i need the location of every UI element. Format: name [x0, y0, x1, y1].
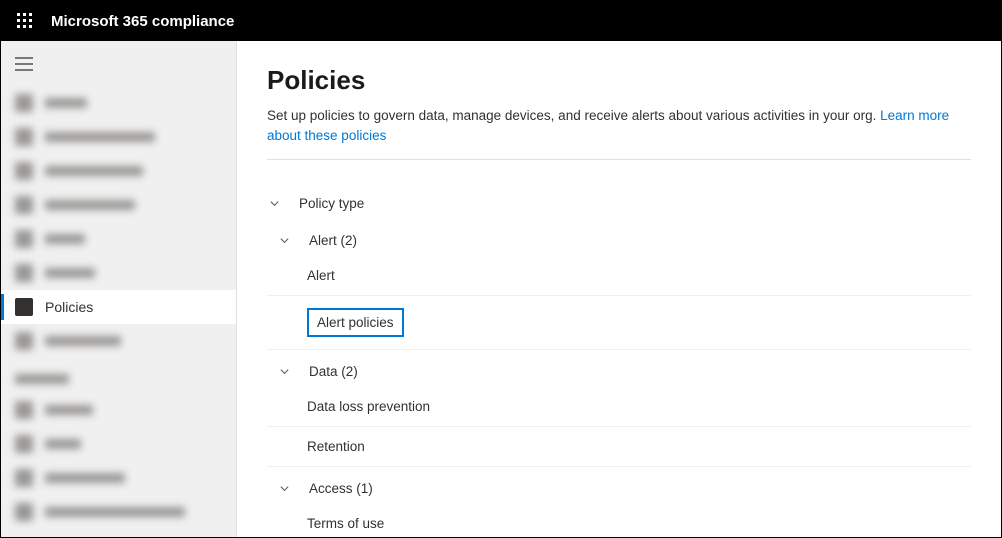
nav-icon	[15, 128, 33, 146]
policy-item-label: Data loss prevention	[307, 399, 430, 414]
nav-toggle-icon[interactable]	[1, 51, 236, 86]
sidebar-item-policies[interactable]: Policies	[1, 290, 236, 324]
chevron-down-icon	[277, 234, 291, 248]
app-title: Microsoft 365 compliance	[51, 13, 234, 30]
nav-icon	[15, 162, 33, 180]
policy-item[interactable]: Alert	[267, 256, 971, 296]
top-bar: Microsoft 365 compliance	[1, 1, 1001, 41]
sidebar-item-blurred[interactable]	[1, 120, 236, 154]
sidebar-item-label: Policies	[45, 299, 93, 315]
policy-item-label: Retention	[307, 439, 365, 454]
nav-icon	[15, 469, 33, 487]
sidebar-item-blurred[interactable]	[1, 495, 236, 529]
policy-item-label: Alert policies	[307, 308, 404, 337]
sidebar-item-blurred[interactable]	[1, 393, 236, 427]
app-launcher-icon[interactable]	[9, 5, 41, 37]
sidebar-item-blurred[interactable]	[1, 222, 236, 256]
sidebar-item-blurred[interactable]	[1, 86, 236, 120]
policy-item-label: Alert	[307, 268, 335, 283]
policy-item[interactable]: Data loss prevention	[267, 387, 971, 427]
page-title: Policies	[267, 65, 971, 96]
group-label: Alert (2)	[309, 233, 357, 248]
sidebar-item-blurred[interactable]	[1, 427, 236, 461]
nav-icon	[15, 94, 33, 112]
nav-icon	[15, 503, 33, 521]
chevron-down-icon	[267, 197, 281, 211]
group-label: Access (1)	[309, 481, 373, 496]
nav-icon	[15, 264, 33, 282]
sidebar-item-blurred[interactable]	[1, 188, 236, 222]
policy-item[interactable]: Alert policies	[267, 296, 971, 350]
nav-icon	[15, 435, 33, 453]
nav-icon	[15, 196, 33, 214]
sidebar-item-blurred[interactable]	[1, 154, 236, 188]
group-label: Data (2)	[309, 364, 358, 379]
policy-item-label: Terms of use	[307, 516, 384, 531]
group-header[interactable]: Access (1)	[267, 473, 971, 504]
policy-item[interactable]: Terms of use	[267, 504, 971, 537]
sidebar: Policies	[1, 41, 237, 537]
main-content: Policies Set up policies to govern data,…	[237, 41, 1001, 537]
policies-icon	[15, 298, 33, 316]
chevron-down-icon	[277, 365, 291, 379]
sidebar-section-heading	[1, 358, 236, 393]
nav-icon	[15, 332, 33, 350]
group-header[interactable]: Policy type	[267, 188, 971, 219]
group-header[interactable]: Data (2)	[267, 356, 971, 387]
sidebar-item-blurred[interactable]	[1, 324, 236, 358]
policy-item[interactable]: Retention	[267, 427, 971, 467]
page-description: Set up policies to govern data, manage d…	[267, 106, 971, 160]
nav-icon	[15, 401, 33, 419]
group-header[interactable]: Alert (2)	[267, 225, 971, 256]
group-label: Policy type	[299, 196, 364, 211]
sidebar-item-blurred[interactable]	[1, 461, 236, 495]
nav-icon	[15, 230, 33, 248]
chevron-down-icon	[277, 482, 291, 496]
sidebar-item-blurred[interactable]	[1, 256, 236, 290]
